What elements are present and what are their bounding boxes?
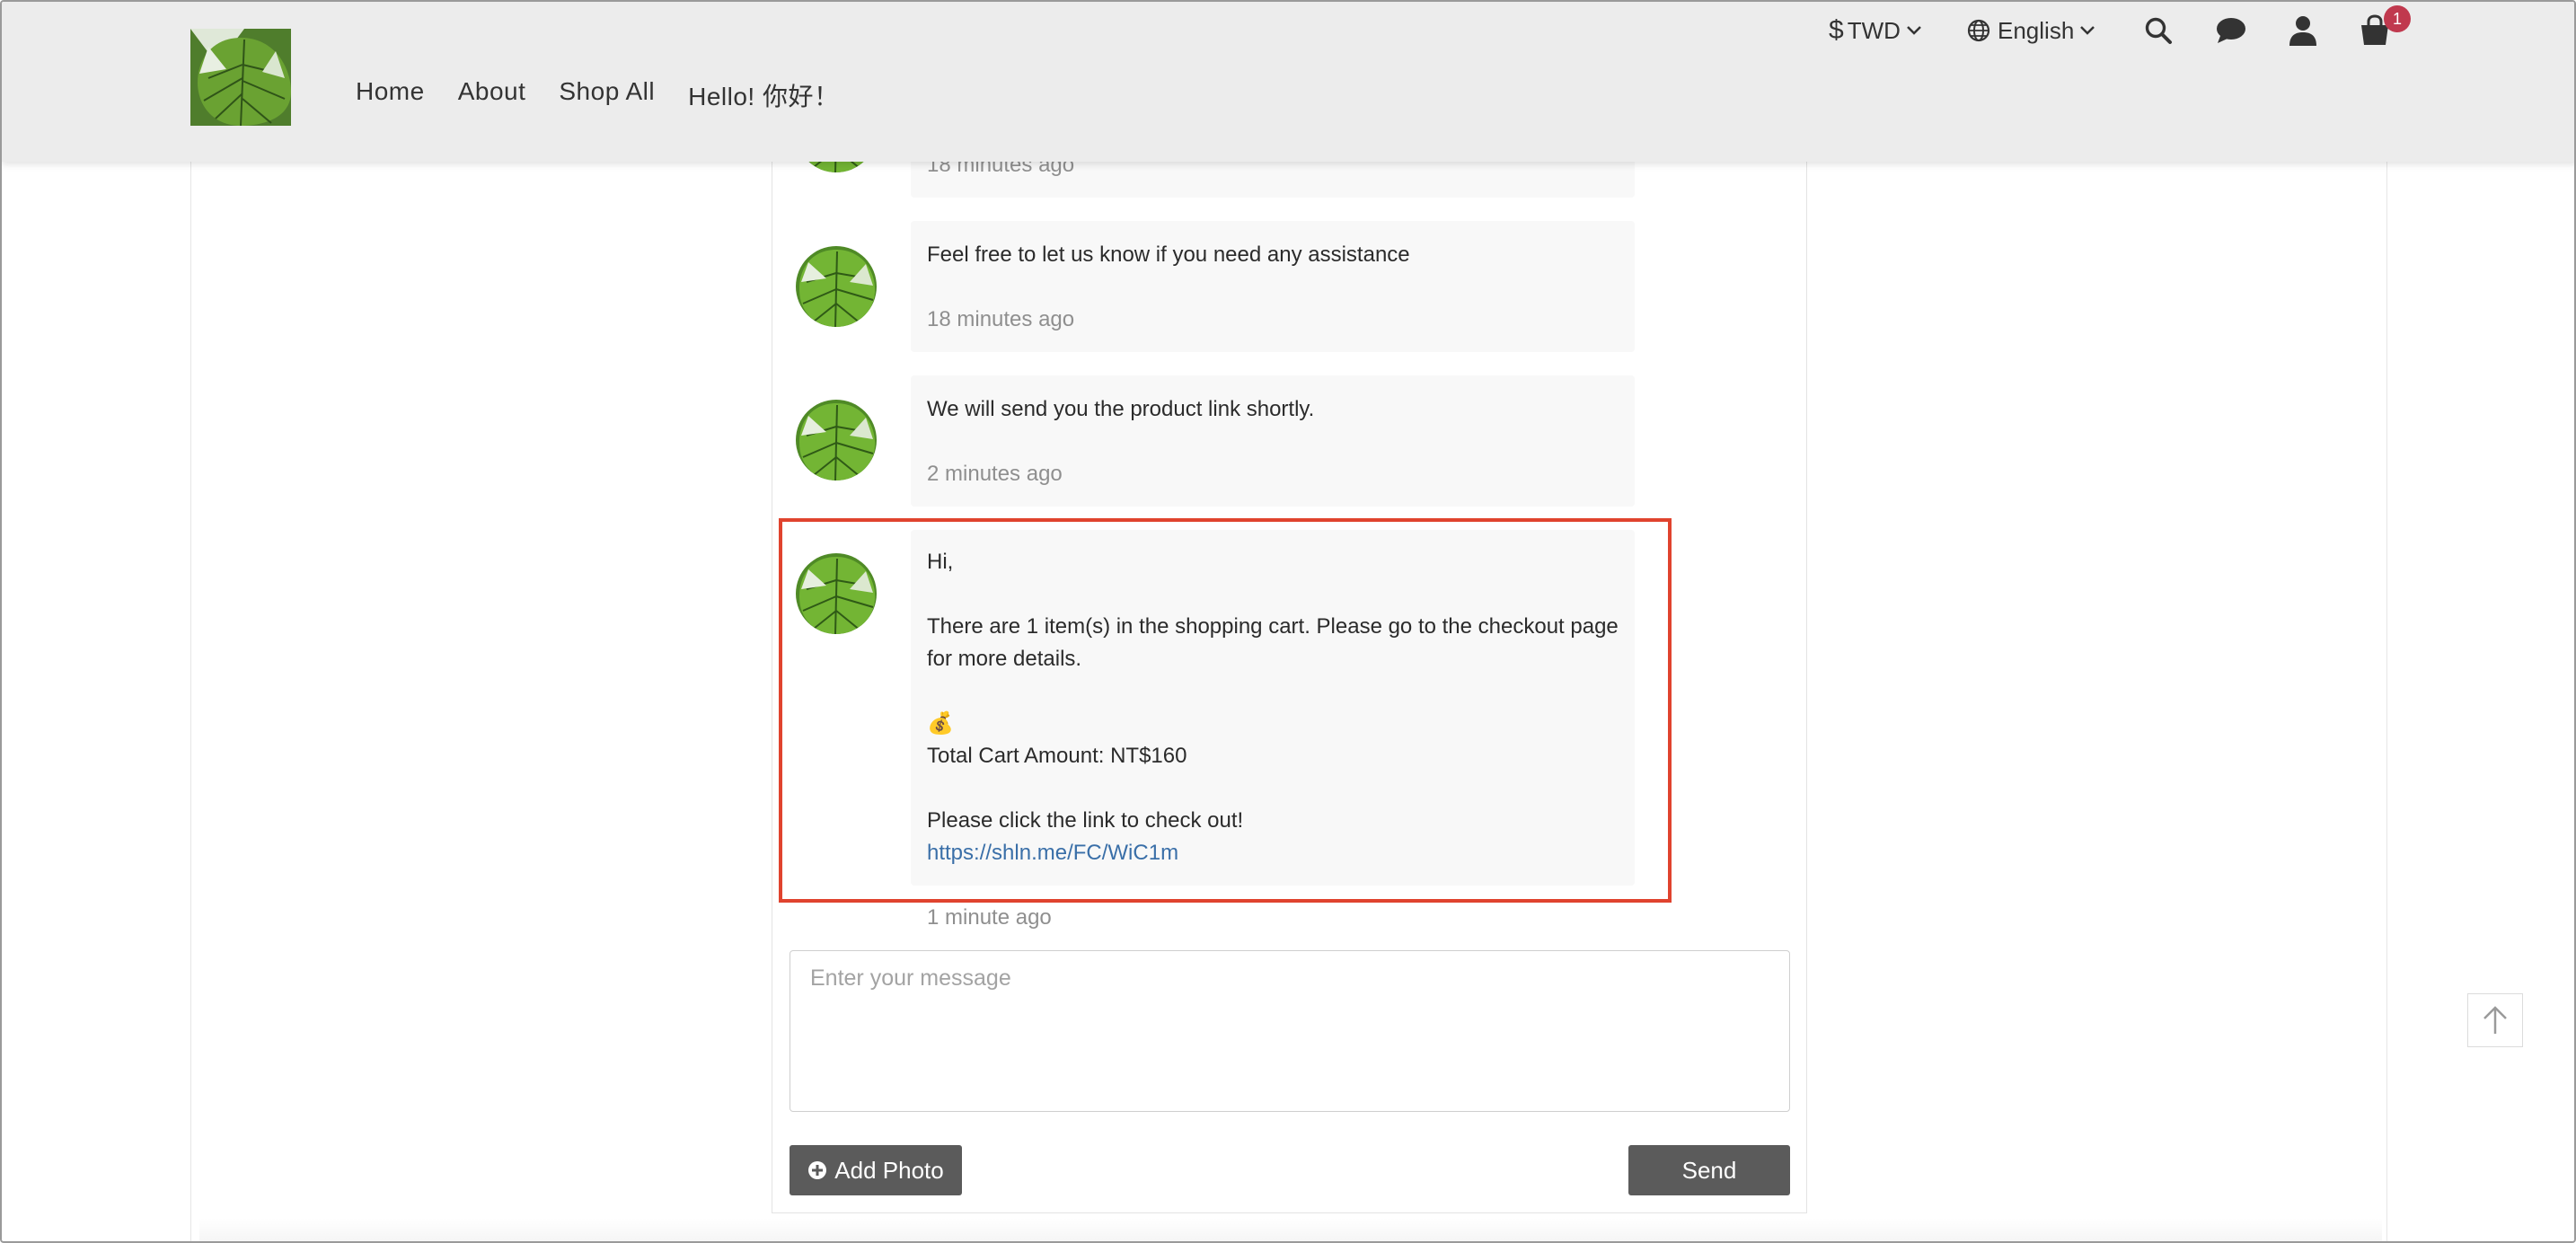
chat-button[interactable] [2215,13,2247,48]
currency-code: TWD [1847,16,1901,44]
back-to-top-button[interactable] [2467,993,2523,1047]
currency-selector[interactable]: $ TWD [1829,13,1922,48]
site-header: Home About Shop All Hello! 你好！ $ TWD Eng… [2,2,2574,162]
add-photo-label: Add Photo [834,1156,944,1184]
chevron-down-icon [1907,26,1921,35]
nav-shop-all[interactable]: Shop All [559,77,655,113]
message-bubble: We will send you the product link shortl… [911,375,1635,507]
send-button[interactable]: Send [1628,1145,1790,1195]
message-time: 1 minute ago [927,905,1052,930]
shop-avatar [796,246,877,327]
nav-hello[interactable]: Hello! 你好！ [688,77,839,113]
dollar-icon: $ [1829,15,1844,45]
globe-icon [1967,19,1990,42]
chat-icon [2217,18,2245,43]
main-nav: Home About Shop All Hello! 你好！ [356,77,873,113]
highlight-box [779,518,1672,903]
language-label: English [1998,16,2075,44]
arrow-up-icon [2483,1006,2507,1034]
search-button[interactable] [2144,13,2173,48]
plus-circle-icon [808,1161,827,1179]
message-text: We will send you the product link shortl… [927,397,1315,421]
chevron-down-icon [2080,26,2095,35]
message-time: 18 minutes ago [927,307,1075,331]
account-button[interactable] [2289,13,2317,48]
shop-logo[interactable] [190,29,291,126]
message-time: 2 minutes ago [927,462,1063,486]
nav-about[interactable]: About [458,77,526,113]
user-icon [2289,16,2316,46]
nav-home[interactable]: Home [356,77,425,113]
message-text: Feel free to let us know if you need any… [927,242,1410,267]
search-icon [2145,17,2172,44]
cart-count-badge: 1 [2384,5,2411,32]
language-selector[interactable]: English [1967,13,2095,48]
browser-viewport: 18 minutes ago Feel free to let us know … [0,0,2576,1243]
footer-shadow [199,1218,2382,1241]
shop-avatar [796,400,877,480]
message-input[interactable] [790,950,1790,1112]
add-photo-button[interactable]: Add Photo [790,1145,962,1195]
message-bubble: Feel free to let us know if you need any… [911,221,1635,352]
